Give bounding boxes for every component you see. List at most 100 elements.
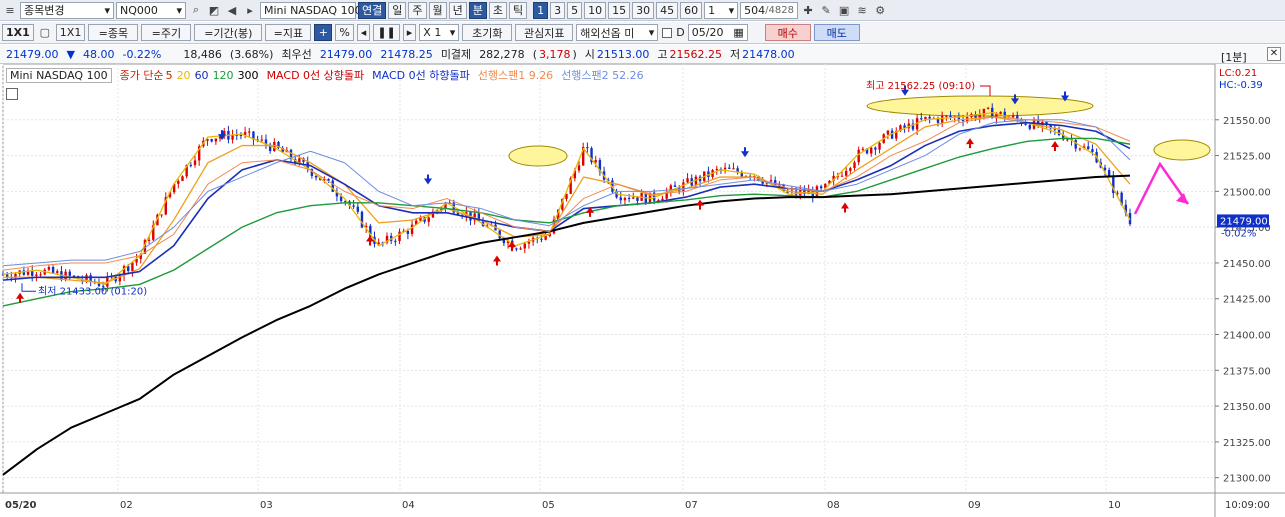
count-input[interactable]: 504 /4828: [740, 1, 799, 19]
link-button[interactable]: 연결: [358, 1, 387, 19]
candle-body: [544, 236, 547, 240]
legend-macd-down[interactable]: MACD 0선 하향돌파: [372, 67, 470, 83]
interval-10[interactable]: 10: [584, 1, 607, 19]
candle-body: [1107, 170, 1111, 177]
date-input[interactable]: 05/20 ▦: [687, 24, 748, 41]
price-tick-label: 21325.00: [1223, 438, 1271, 449]
candle-body: [627, 198, 631, 200]
percent-button[interactable]: %: [335, 24, 354, 41]
legend-span1[interactable]: 선행스팬1 9.26: [478, 67, 553, 83]
legend-ma300[interactable]: 300: [238, 69, 259, 82]
price-change-pct: -0.22%: [122, 47, 162, 61]
time-tick-label: 07: [685, 500, 698, 511]
candle-body: [1103, 167, 1107, 171]
signal-icon[interactable]: ≋: [854, 2, 870, 19]
candle-body: [886, 130, 890, 135]
prev-icon[interactable]: ◂: [356, 24, 371, 41]
period-year[interactable]: 년: [448, 1, 467, 19]
pause-icon[interactable]: ❚❚: [373, 24, 400, 41]
legend-ma-label[interactable]: 종가 단순: [120, 67, 164, 83]
close-icon[interactable]: ✕: [1267, 47, 1281, 61]
price-tick-label: 21450.00: [1223, 259, 1271, 270]
period-tick[interactable]: 틱: [509, 1, 528, 19]
speaker-icon[interactable]: ◀: [224, 2, 240, 19]
search-icon[interactable]: ⌕: [188, 2, 204, 19]
symbol-input[interactable]: NQ000 ▾: [116, 1, 186, 19]
cycle-button[interactable]: =주기: [141, 24, 192, 41]
current-price-label: 21479.00: [1220, 216, 1268, 227]
legend-ma20[interactable]: 20: [177, 69, 191, 82]
legend-ma120[interactable]: 120: [213, 69, 234, 82]
indicator-button[interactable]: =지표: [265, 24, 312, 41]
scale-value: X 1: [423, 26, 442, 39]
interval-5[interactable]: 5: [567, 1, 583, 19]
candle-body: [39, 274, 42, 276]
open-interest: 282,278: [479, 47, 525, 61]
grid-icon[interactable]: ▢: [37, 24, 53, 41]
interval-60[interactable]: 60: [680, 1, 703, 19]
candle-body: [920, 118, 923, 120]
favorite-indicator-button[interactable]: 관심지표: [515, 24, 574, 41]
price-chart[interactable]: 21550.0021525.0021500.0021475.0021450.00…: [0, 64, 1285, 517]
next-icon[interactable]: ▸: [402, 24, 417, 41]
period-minute[interactable]: 분: [468, 1, 487, 19]
chart-settings-icon[interactable]: ◩: [206, 2, 222, 19]
legend-ma60[interactable]: 60: [195, 69, 209, 82]
candle-body: [878, 142, 881, 150]
candle-body: [1091, 149, 1094, 152]
item-button[interactable]: =종목: [88, 24, 139, 41]
legend-symbol[interactable]: Mini NASDAQ 100: [6, 67, 112, 83]
interval-1[interactable]: 1: [533, 1, 549, 19]
candle-body: [51, 267, 55, 273]
layout-button-a[interactable]: 1X1: [2, 24, 34, 41]
legend-macd-up[interactable]: MACD 0선 상향돌파: [267, 67, 365, 83]
sell-button[interactable]: 매도: [813, 24, 860, 41]
legend-ma5[interactable]: 5: [166, 69, 173, 82]
menu-icon[interactable]: ≡: [2, 2, 18, 19]
date-checkbox[interactable]: [661, 24, 673, 41]
interval-input[interactable]: 1 ▾: [704, 1, 739, 19]
candle-body: [398, 231, 401, 241]
crosshair-icon[interactable]: ✚: [800, 2, 816, 19]
current-time-label: 10:09:00: [1225, 500, 1270, 511]
current-price: 21479.00: [6, 47, 59, 61]
plus-icon[interactable]: +: [314, 24, 333, 41]
layout-button-b[interactable]: 1X1: [55, 24, 86, 41]
candle-body: [210, 139, 213, 142]
candle-body: [181, 176, 184, 182]
save-icon[interactable]: ▣: [836, 2, 852, 19]
gear-icon[interactable]: ⚙: [872, 2, 888, 19]
volume: 18,486: [183, 47, 222, 61]
period-button[interactable]: =기간(봉): [194, 24, 263, 41]
period-second[interactable]: 초: [488, 1, 507, 19]
interval-30[interactable]: 30: [632, 1, 655, 19]
reset-button[interactable]: 초기화: [462, 24, 513, 41]
period-week[interactable]: 주: [408, 1, 427, 19]
price-tick-label: 21350.00: [1223, 402, 1271, 413]
period-day[interactable]: 일: [388, 1, 407, 19]
interval-3[interactable]: 3: [550, 1, 566, 19]
price-tick-label: 21375.00: [1223, 366, 1271, 377]
buy-button[interactable]: 매수: [764, 24, 811, 41]
candle-body: [410, 224, 414, 234]
overseas-select[interactable]: 해외선옵 미 ▾: [576, 24, 659, 41]
candle-body: [874, 147, 877, 150]
top-toolbar: ≡ 종목변경 ▾ NQ000 ▾ ⌕ ◩ ◀ ▸ Mini NASDAQ 100…: [0, 0, 1285, 21]
interval-15[interactable]: 15: [608, 1, 631, 19]
candle-body: [715, 168, 718, 171]
interval-45[interactable]: 45: [656, 1, 679, 19]
price-tick-label: 21500.00: [1223, 187, 1271, 198]
candle-body: [586, 147, 589, 149]
scale-select[interactable]: X 1 ▾: [419, 24, 460, 41]
candle-body: [661, 198, 664, 201]
change-item-select[interactable]: 종목변경 ▾: [20, 1, 114, 19]
legend-span2[interactable]: 선행스팬2 52.26: [561, 67, 643, 83]
candle-body: [5, 274, 9, 277]
chart-menu-icon[interactable]: [6, 88, 18, 100]
low-annotation: 최저 21433.00 (01:20): [38, 285, 147, 297]
calendar-icon[interactable]: ▦: [733, 26, 743, 39]
draw-icon[interactable]: ✎: [818, 2, 834, 19]
period-month[interactable]: 월: [428, 1, 447, 19]
scroll-icon[interactable]: ▸: [242, 2, 258, 19]
candle-body: [160, 214, 163, 216]
